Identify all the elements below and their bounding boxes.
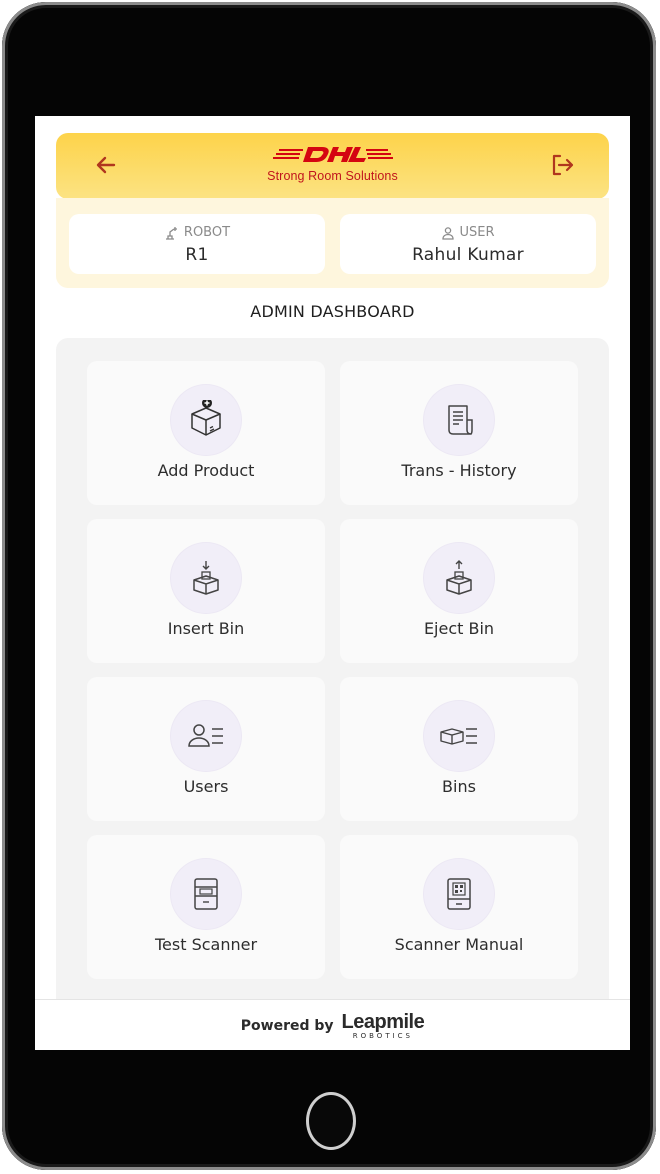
user-card: USER Rahul Kumar: [340, 214, 596, 274]
tile-label: Add Product: [157, 461, 255, 480]
eject-bin-tile[interactable]: Eject Bin: [340, 519, 578, 663]
tile-label: Bins: [442, 777, 476, 796]
back-button[interactable]: [94, 153, 118, 181]
robot-label: ROBOT: [183, 225, 231, 240]
dashboard-grid: Add Product Trans - History Insert Bin E…: [56, 338, 609, 1000]
tile-label: Test Scanner: [154, 935, 258, 954]
brand-block: Strong Room Solutions: [236, 141, 429, 183]
qr-scanner-icon: [447, 878, 471, 910]
page-title: ADMIN DASHBOARD: [250, 302, 415, 321]
robot-card: ROBOT R1: [69, 214, 325, 274]
footer: Powered by Leapmile ROBOTICS: [35, 999, 630, 1050]
users-list-icon: [188, 724, 223, 747]
test-scanner-tile[interactable]: Test Scanner: [87, 835, 325, 979]
scanner-manual-tile[interactable]: Scanner Manual: [340, 835, 578, 979]
bins-list-icon: [440, 728, 477, 745]
tile-label: Users: [183, 777, 229, 796]
tile-label: Eject Bin: [423, 619, 495, 638]
powered-by-label: Powered by: [240, 1018, 334, 1034]
users-tile[interactable]: Users: [87, 677, 325, 821]
session-info: ROBOT R1 USER Rahul Kumar: [56, 198, 609, 288]
tile-label: Scanner Manual: [394, 935, 524, 954]
trans-history-tile[interactable]: Trans - History: [340, 361, 578, 505]
company-name: Leapmile: [341, 1011, 425, 1033]
bins-tile[interactable]: Bins: [340, 677, 578, 821]
eject-bin-icon: [446, 560, 472, 595]
dhl-logo: [272, 147, 393, 162]
insert-bin-tile[interactable]: Insert Bin: [87, 519, 325, 663]
user-icon: [442, 226, 455, 240]
add-box-icon: [191, 400, 221, 436]
add-product-tile[interactable]: Add Product: [87, 361, 325, 505]
header-bar: Strong Room Solutions: [56, 133, 609, 199]
tile-label: Trans - History: [401, 461, 517, 480]
user-value: Rahul Kumar: [412, 245, 524, 265]
tablet-frame: Strong Room Solutions ROBOT R1 USER Rahu…: [2, 2, 656, 1170]
scanner-icon: [194, 878, 218, 910]
brand-subtitle: Strong Room Solutions: [267, 169, 398, 183]
home-button[interactable]: [306, 1092, 356, 1150]
arrow-left-icon: [96, 156, 116, 174]
robot-arm-icon: [165, 226, 177, 240]
logout-button[interactable]: [549, 152, 575, 182]
app-screen: Strong Room Solutions ROBOT R1 USER Rahu…: [35, 116, 630, 1050]
user-label: USER: [459, 225, 495, 240]
leapmile-logo: Leapmile ROBOTICS: [342, 1012, 425, 1040]
insert-bin-icon: [193, 561, 219, 595]
tile-label: Insert Bin: [167, 619, 245, 638]
logout-icon: [552, 154, 574, 176]
company-sub: ROBOTICS: [352, 1032, 413, 1040]
receipt-icon: [448, 405, 473, 435]
robot-value: R1: [185, 245, 209, 265]
